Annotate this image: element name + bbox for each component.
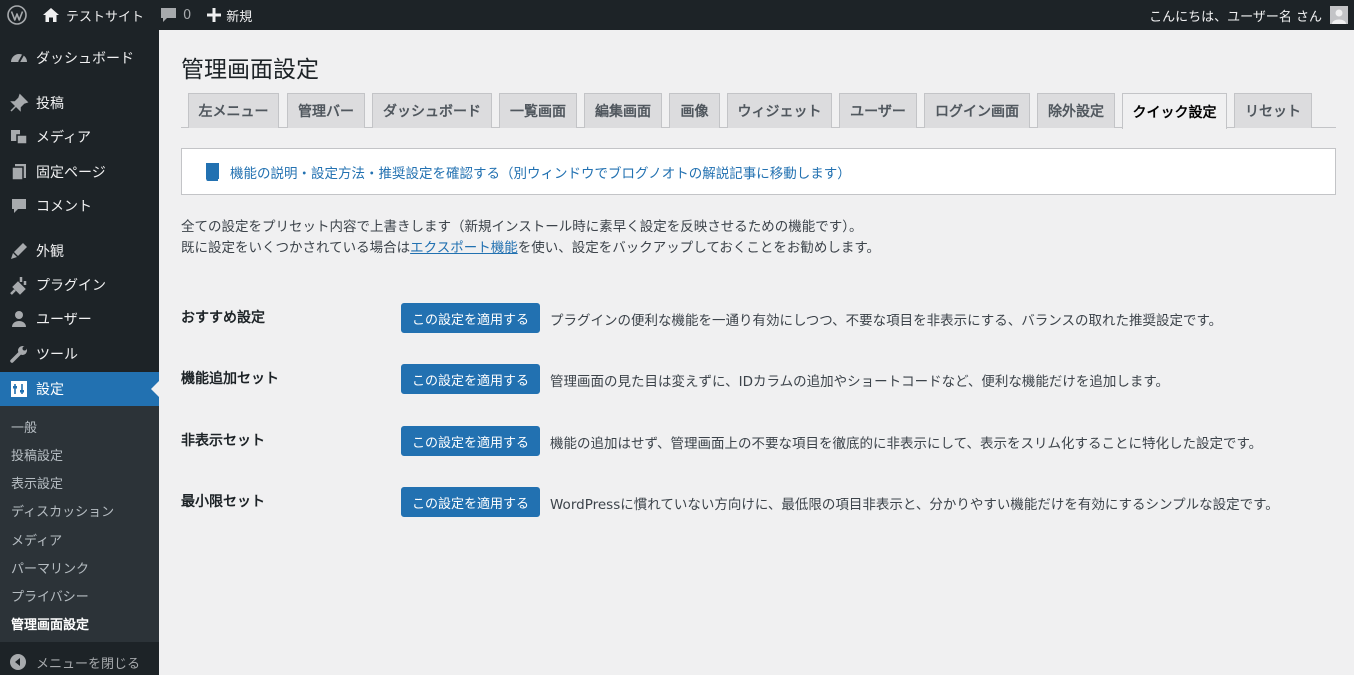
sidebar-item-label: プラグイン: [36, 278, 106, 294]
user-icon: [9, 309, 29, 329]
sidebar-item-pages[interactable]: 固定ページ: [0, 155, 159, 189]
preset-description: 管理画面の見た目は変えずに、IDカラムの追加やショートコードなど、便利な機能だけ…: [550, 374, 1170, 390]
sidebar-item-label: 外観: [36, 244, 64, 260]
submenu-item-permalink[interactable]: パーマリンク: [11, 558, 89, 577]
tab-quick-settings[interactable]: クイック設定: [1122, 93, 1227, 129]
info-notice: 機能の説明・設定方法・推奨設定を確認する（別ウィンドウでブログノオトの解説記事に…: [181, 148, 1336, 195]
preset-description: WordPressに慣れていない方向けに、最低限の項目非表示と、分かりやすい機能…: [550, 497, 1279, 513]
tab-widget[interactable]: ウィジェット: [727, 93, 832, 128]
preset-label: 最小限セット: [181, 494, 265, 510]
sidebar-item-appearance[interactable]: 外観: [0, 234, 159, 268]
admin-sidebar: ダッシュボード 投稿 メディア 固定ページ コメント 外観 プラグイン ユーザー…: [0, 30, 159, 675]
preset-description: プラグインの便利な機能を一通り有効にしつつ、不要な項目を非表示にする、バランスの…: [550, 313, 1223, 329]
sidebar-item-label: メディア: [36, 130, 92, 146]
description-text: を使い、設定をバックアップしておくことをお勧めします。: [517, 240, 881, 256]
comment-icon: [161, 8, 177, 22]
sidebar-item-posts[interactable]: 投稿: [0, 86, 159, 120]
submenu-item-admin-settings[interactable]: 管理画面設定: [11, 614, 89, 633]
media-icon: [9, 127, 29, 147]
wordpress-logo-icon[interactable]: [0, 0, 34, 30]
preset-label: 非表示セット: [181, 433, 265, 449]
sidebar-item-media[interactable]: メディア: [0, 120, 159, 154]
tab-edit-screen[interactable]: 編集画面: [584, 93, 662, 128]
submenu-item-general[interactable]: 一般: [11, 417, 37, 436]
tab-login-screen[interactable]: ログイン画面: [924, 93, 1030, 128]
site-name: テストサイト: [66, 9, 145, 25]
greeting: こんにちは、ユーザー名 さん: [1149, 9, 1322, 25]
sidebar-item-label: ダッシュボード: [36, 51, 134, 67]
description-text: 既に設定をいくつかされている場合は: [181, 240, 411, 256]
tab-reset[interactable]: リセット: [1234, 93, 1312, 128]
sidebar-item-label: 投稿: [36, 96, 64, 112]
sidebar-item-label: 設定: [36, 382, 64, 398]
description-line-1: 全ての設定をプリセット内容で上書きします（新規インストール時に素早く設定を反映さ…: [181, 219, 863, 235]
comments-link[interactable]: 0: [152, 0, 199, 30]
sidebar-item-label: ユーザー: [36, 312, 92, 328]
apply-hide-button[interactable]: この設定を適用する: [401, 426, 540, 456]
sidebar-item-comments[interactable]: コメント: [0, 189, 159, 223]
apply-recommended-button[interactable]: この設定を適用する: [401, 303, 540, 333]
apply-feature-add-button[interactable]: この設定を適用する: [401, 364, 540, 394]
preset-row-feature-add: 機能追加セット この設定を適用する 管理画面の見た目は変えずに、IDカラムの追加…: [181, 364, 1336, 394]
sidebar-item-label: ツール: [36, 347, 78, 363]
tab-exclusion[interactable]: 除外設定: [1037, 93, 1115, 128]
main-content: 管理画面設定 左メニュー 管理バー ダッシュボード 一覧画面 編集画面 画像 ウ…: [159, 30, 1354, 675]
comments-count: 0: [183, 7, 192, 23]
page-icon: [9, 162, 29, 182]
preset-label: おすすめ設定: [181, 310, 265, 326]
book-icon: [204, 162, 220, 181]
preset-description: 機能の追加はせず、管理画面上の不要な項目を徹底的に非表示にして、表示をスリム化す…: [550, 436, 1263, 452]
tab-admin-bar[interactable]: 管理バー: [287, 93, 365, 128]
sidebar-item-settings[interactable]: 設定: [0, 372, 159, 406]
collapse-menu-button[interactable]: メニューを閉じる: [0, 649, 159, 675]
sidebar-item-label: コメント: [36, 199, 92, 215]
sidebar-item-users[interactable]: ユーザー: [0, 302, 159, 336]
sidebar-item-plugins[interactable]: プラグイン: [0, 268, 159, 302]
tool-icon: [9, 344, 29, 364]
description: 全ての設定をプリセット内容で上書きします（新規インストール時に素早く設定を反映さ…: [181, 217, 880, 259]
settings-submenu: 一般 投稿設定 表示設定 ディスカッション メディア パーマリンク プライバシー…: [0, 406, 159, 642]
guide-link[interactable]: 機能の説明・設定方法・推奨設定を確認する（別ウィンドウでブログノオトの解説記事に…: [230, 162, 851, 182]
home-icon: [43, 8, 59, 22]
appearance-icon: [9, 241, 29, 261]
comment-icon: [9, 196, 29, 216]
sidebar-item-dashboard[interactable]: ダッシュボード: [0, 41, 159, 75]
account-menu[interactable]: こんにちは、ユーザー名 さん: [1141, 0, 1354, 30]
tab-dashboard[interactable]: ダッシュボード: [372, 93, 492, 128]
avatar: [1330, 6, 1348, 24]
submenu-item-media[interactable]: メディア: [11, 530, 62, 549]
plugin-icon: [9, 275, 29, 295]
pin-icon: [9, 93, 29, 113]
preset-label: 機能追加セット: [181, 371, 279, 387]
preset-row-minimal: 最小限セット この設定を適用する WordPressに慣れていない方向けに、最低…: [181, 487, 1336, 517]
tab-list-screen[interactable]: 一覧画面: [499, 93, 577, 128]
site-name-link[interactable]: テストサイト: [34, 0, 152, 30]
sidebar-item-tools[interactable]: ツール: [0, 337, 159, 371]
submenu-item-writing[interactable]: 投稿設定: [11, 445, 63, 464]
tab-user[interactable]: ユーザー: [839, 93, 917, 128]
description-line-2: 既に設定をいくつかされている場合はエクスポート機能を使い、設定をバックアップして…: [181, 238, 880, 259]
submenu-item-privacy[interactable]: プライバシー: [11, 586, 89, 605]
plus-icon: [207, 8, 222, 22]
submenu-item-reading[interactable]: 表示設定: [11, 473, 63, 492]
collapse-label: メニューを閉じる: [36, 656, 141, 672]
settings-tabs: 左メニュー 管理バー ダッシュボード 一覧画面 編集画面 画像 ウィジェット ユ…: [181, 92, 1336, 129]
apply-minimal-button[interactable]: この設定を適用する: [401, 487, 540, 517]
preset-row-hide: 非表示セット この設定を適用する 機能の追加はせず、管理画面上の不要な項目を徹底…: [181, 426, 1336, 456]
dashboard-icon: [9, 48, 29, 68]
submenu-item-discussion[interactable]: ディスカッション: [11, 501, 114, 520]
sidebar-item-label: 固定ページ: [36, 165, 106, 181]
new-content-link[interactable]: 新規: [199, 0, 260, 30]
new-label: 新規: [226, 9, 253, 25]
settings-icon: [9, 379, 29, 399]
tab-image[interactable]: 画像: [669, 93, 720, 128]
tab-left-menu[interactable]: 左メニュー: [188, 93, 279, 128]
preset-row-recommended: おすすめ設定 この設定を適用する プラグインの便利な機能を一通り有効にしつつ、不…: [181, 303, 1336, 333]
export-link[interactable]: エクスポート機能: [410, 240, 518, 256]
page-title: 管理画面設定: [181, 57, 319, 83]
admin-bar: テストサイト 0 新規 こんにちは、ユーザー名 さん: [0, 0, 1354, 30]
collapse-arrow-icon: [9, 653, 27, 671]
